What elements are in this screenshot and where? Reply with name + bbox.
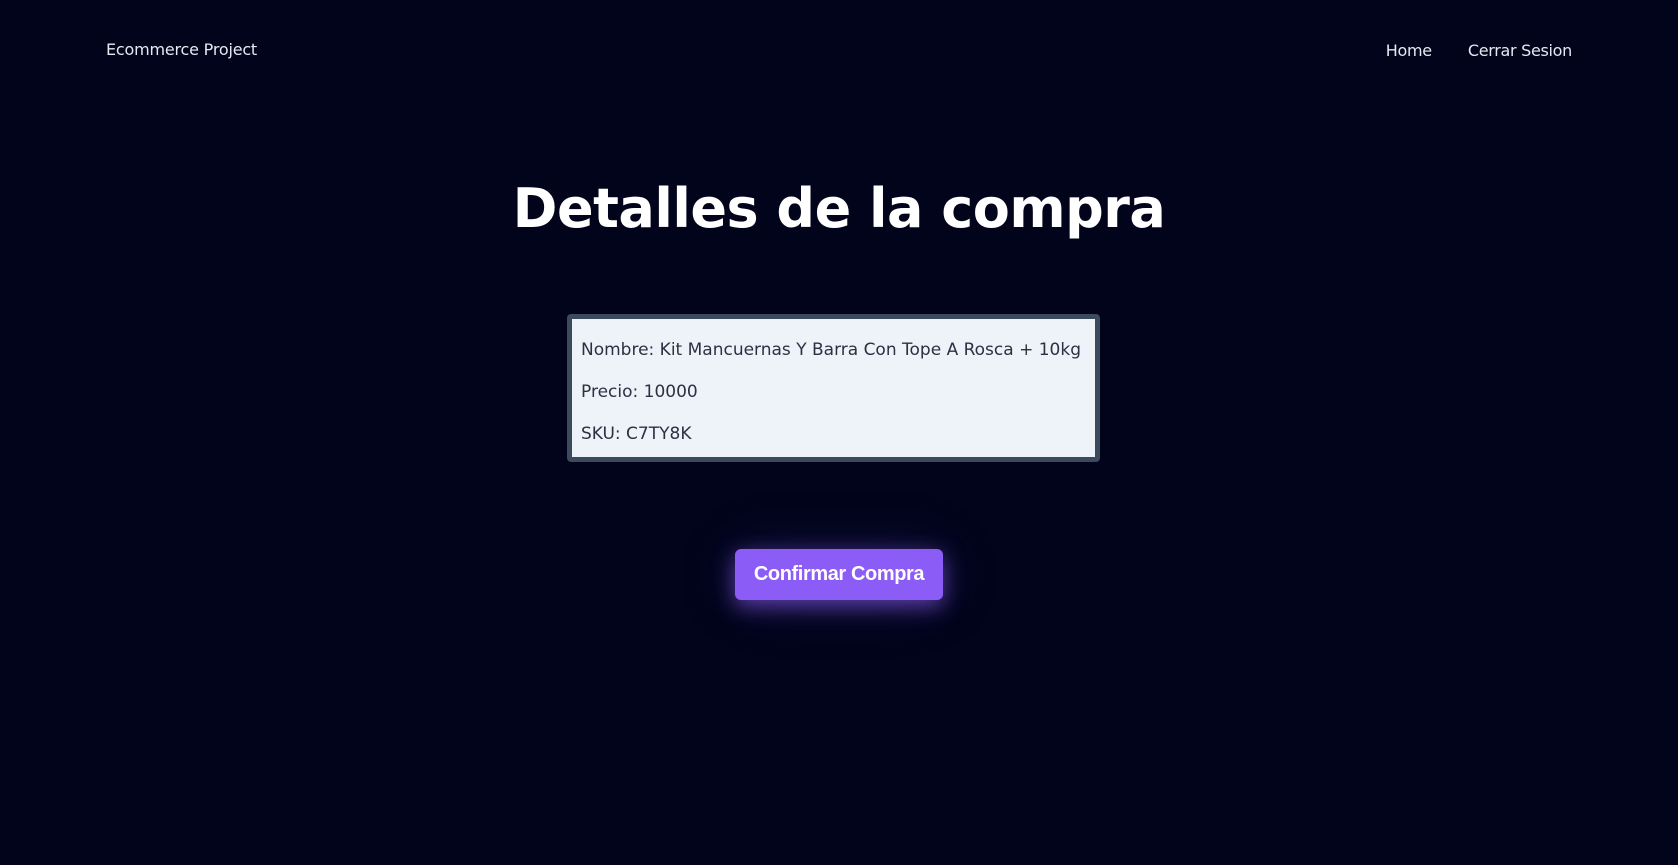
product-price: Precio: 10000 (581, 382, 698, 402)
product-sku: SKU: C7TY8K (581, 424, 692, 444)
product-name: Nombre: Kit Mancuernas Y Barra Con Tope … (581, 340, 1081, 360)
brand-link[interactable]: Ecommerce Project (106, 40, 257, 59)
nav-links: Home Cerrar Sesion (1386, 41, 1573, 60)
navbar: Ecommerce Project Home Cerrar Sesion (0, 0, 1678, 100)
purchase-details-card: Nombre: Kit Mancuernas Y Barra Con Tope … (567, 314, 1100, 462)
confirm-purchase-button[interactable]: Confirmar Compra (735, 549, 943, 600)
nav-link-logout[interactable]: Cerrar Sesion (1468, 41, 1572, 60)
nav-link-home[interactable]: Home (1386, 41, 1432, 60)
page-title: Detalles de la compra (512, 177, 1166, 240)
